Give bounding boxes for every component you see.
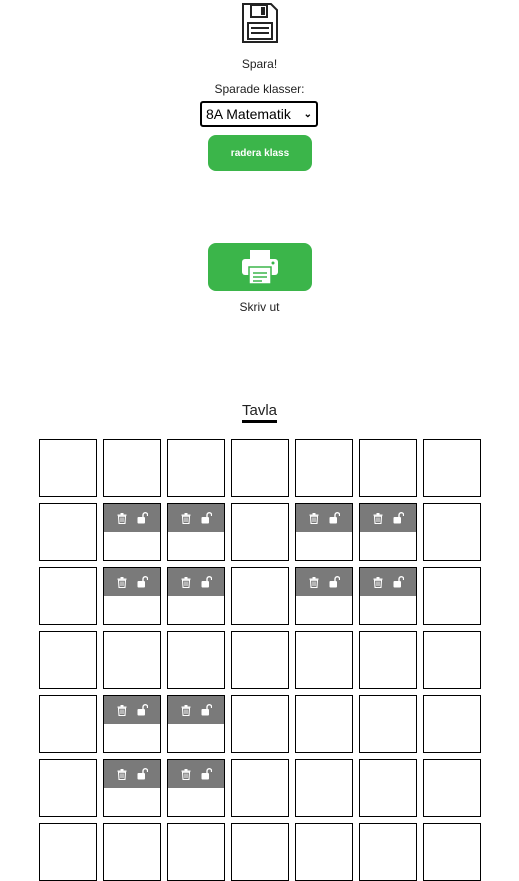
desk-cell[interactable] — [231, 631, 289, 689]
chevron-down-icon: ⌄ — [303, 108, 312, 120]
desk-cell[interactable] — [167, 503, 225, 561]
trash-icon[interactable] — [117, 768, 127, 780]
trash-icon[interactable] — [181, 576, 191, 588]
print-label: Skriv ut — [239, 300, 280, 314]
desk-toolbar — [296, 504, 352, 532]
desk-cell[interactable] — [167, 823, 225, 881]
desk-cell[interactable] — [167, 439, 225, 497]
delete-class-label: radera klass — [230, 147, 290, 159]
desk-toolbar — [168, 504, 224, 532]
desk-cell[interactable] — [103, 695, 161, 753]
printer-icon — [242, 250, 278, 285]
unlock-icon[interactable] — [137, 704, 148, 716]
trash-icon[interactable] — [181, 768, 191, 780]
unlock-icon[interactable] — [201, 768, 212, 780]
desk-cell[interactable] — [359, 759, 417, 817]
desk-toolbar — [104, 760, 160, 788]
trash-icon[interactable] — [181, 704, 191, 716]
desk-cell[interactable] — [423, 439, 481, 497]
saved-classes-value: 8A Matematik — [206, 106, 291, 122]
desk-toolbar — [360, 568, 416, 596]
desk-cell[interactable] — [423, 503, 481, 561]
desk-cell[interactable] — [39, 503, 97, 561]
desk-cell[interactable] — [103, 823, 161, 881]
desk-cell[interactable] — [359, 503, 417, 561]
desk-cell[interactable] — [295, 631, 353, 689]
unlock-icon[interactable] — [201, 704, 212, 716]
desk-cell[interactable] — [103, 567, 161, 625]
unlock-icon[interactable] — [393, 576, 404, 588]
desk-cell[interactable] — [359, 823, 417, 881]
desk-cell[interactable] — [231, 439, 289, 497]
unlock-icon[interactable] — [329, 576, 340, 588]
desk-cell[interactable] — [359, 695, 417, 753]
trash-icon[interactable] — [309, 576, 319, 588]
desk-cell[interactable] — [167, 695, 225, 753]
trash-icon[interactable] — [309, 512, 319, 524]
unlock-icon[interactable] — [137, 512, 148, 524]
desk-cell[interactable] — [231, 503, 289, 561]
desk-toolbar — [360, 504, 416, 532]
desk-cell[interactable] — [39, 695, 97, 753]
unlock-icon[interactable] — [201, 576, 212, 588]
desk-cell[interactable] — [167, 631, 225, 689]
desk-toolbar — [104, 504, 160, 532]
desk-cell[interactable] — [167, 567, 225, 625]
desk-cell[interactable] — [295, 759, 353, 817]
trash-icon[interactable] — [181, 512, 191, 524]
desk-cell[interactable] — [103, 631, 161, 689]
trash-icon[interactable] — [117, 512, 127, 524]
trash-icon[interactable] — [117, 704, 127, 716]
unlock-icon[interactable] — [137, 768, 148, 780]
board-title: Tavla — [242, 402, 278, 423]
desk-toolbar — [104, 568, 160, 596]
desk-toolbar — [168, 696, 224, 724]
desk-cell[interactable] — [295, 567, 353, 625]
desk-cell[interactable] — [103, 503, 161, 561]
desk-cell[interactable] — [103, 759, 161, 817]
print-button[interactable] — [208, 243, 312, 291]
desk-cell[interactable] — [295, 503, 353, 561]
desk-toolbar — [168, 760, 224, 788]
unlock-icon[interactable] — [393, 512, 404, 524]
trash-icon[interactable] — [117, 576, 127, 588]
desk-cell[interactable] — [167, 759, 225, 817]
save-label: Spara! — [241, 57, 278, 71]
desk-cell[interactable] — [39, 567, 97, 625]
desk-cell[interactable] — [39, 631, 97, 689]
desk-cell[interactable] — [423, 567, 481, 625]
desk-cell[interactable] — [231, 823, 289, 881]
desk-cell[interactable] — [231, 695, 289, 753]
desk-cell[interactable] — [39, 759, 97, 817]
trash-icon[interactable] — [373, 512, 383, 524]
desk-cell[interactable] — [39, 439, 97, 497]
desk-cell[interactable] — [231, 567, 289, 625]
desk-cell[interactable] — [295, 695, 353, 753]
floppy-disk-icon — [242, 3, 278, 43]
desk-cell[interactable] — [359, 631, 417, 689]
desk-cell[interactable] — [295, 439, 353, 497]
trash-icon[interactable] — [373, 576, 383, 588]
saved-classes-select[interactable]: 8A Matematik ⌄ — [200, 101, 318, 127]
desk-toolbar — [104, 696, 160, 724]
desk-cell[interactable] — [103, 439, 161, 497]
saved-classes-label: Sparade klasser: — [214, 82, 305, 96]
desk-cell[interactable] — [295, 823, 353, 881]
desk-toolbar — [168, 568, 224, 596]
unlock-icon[interactable] — [201, 512, 212, 524]
desk-cell[interactable] — [39, 823, 97, 881]
desk-cell[interactable] — [359, 567, 417, 625]
desk-cell[interactable] — [231, 759, 289, 817]
desk-cell[interactable] — [359, 439, 417, 497]
unlock-icon[interactable] — [137, 576, 148, 588]
unlock-icon[interactable] — [329, 512, 340, 524]
save-button[interactable] — [240, 2, 280, 44]
desk-toolbar — [296, 568, 352, 596]
desk-cell[interactable] — [423, 695, 481, 753]
desk-cell[interactable] — [423, 759, 481, 817]
desk-cell[interactable] — [423, 823, 481, 881]
desk-cell[interactable] — [423, 631, 481, 689]
delete-class-button[interactable]: radera klass — [208, 135, 312, 171]
